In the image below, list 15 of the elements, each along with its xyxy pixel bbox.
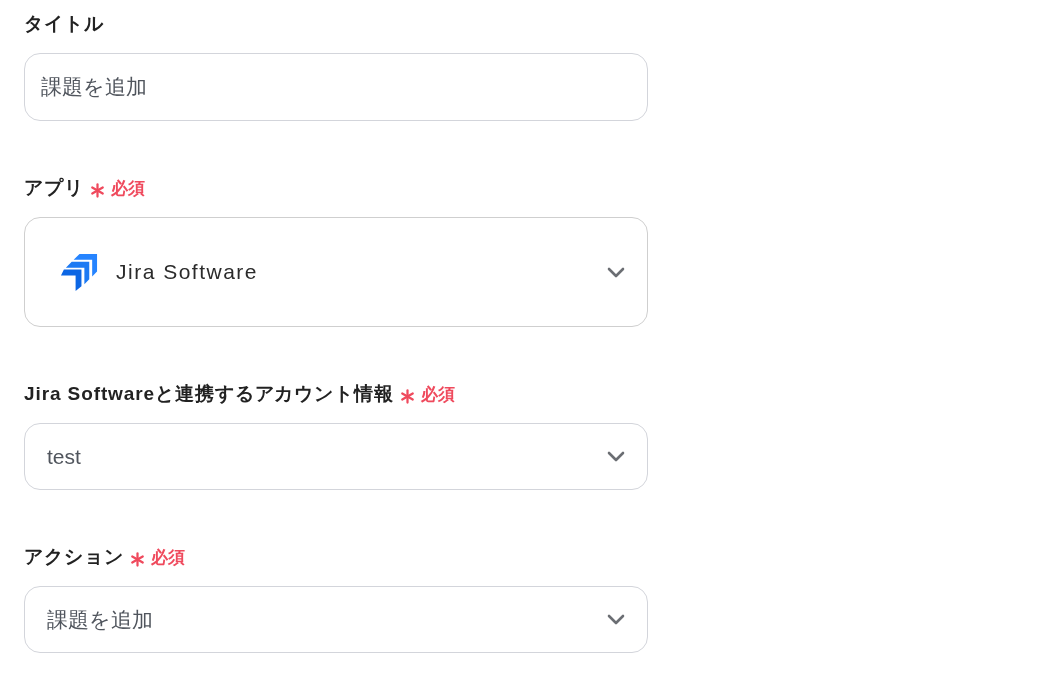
required-note: 必須 bbox=[420, 383, 455, 406]
chevron-down-icon bbox=[607, 266, 625, 278]
dropdown-select[interactable]: Jira Software bbox=[24, 217, 648, 327]
required-note: 必須 bbox=[150, 546, 185, 569]
field-label: アプリ bbox=[24, 176, 84, 200]
field-label: タイトル bbox=[24, 12, 104, 36]
dropdown-select[interactable]: test bbox=[24, 423, 648, 490]
field-label: Jira Softwareと連携するアカウント情報 bbox=[24, 382, 394, 406]
chevron-down-icon bbox=[607, 614, 625, 625]
title-input[interactable]: 課題を追加 bbox=[24, 53, 648, 121]
app-logo-icon bbox=[60, 252, 99, 292]
field-label: アクション bbox=[24, 545, 124, 569]
chevron-down-icon bbox=[607, 451, 625, 462]
dropdown-select[interactable]: 課題を追加 bbox=[24, 586, 648, 653]
required-note: 必須 bbox=[110, 177, 145, 200]
